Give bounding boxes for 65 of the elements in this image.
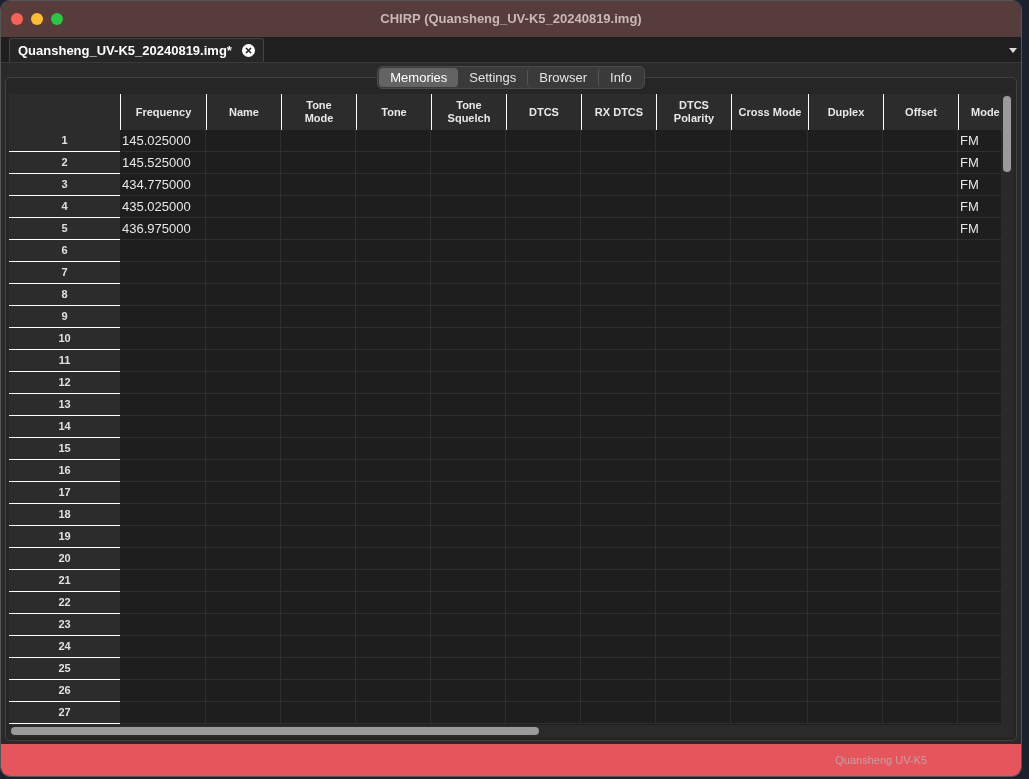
tab[interactable]: Browser [527,67,599,87]
row-header[interactable]: 7 [9,262,120,284]
table-cell: 435.025000 [120,196,206,218]
table-cell: 145.525000 [120,152,206,174]
column-header[interactable]: Tone Mode [281,94,356,130]
vertical-scrollbar[interactable] [1001,94,1013,725]
column-header[interactable]: DTCS Polarity [656,94,731,130]
window-title: CHIRP (Quansheng_UV-K5_20240819.img) [380,10,642,29]
row-header[interactable]: 17 [9,482,120,504]
row-header[interactable]: 15 [9,438,120,460]
tab[interactable]: Settings [458,67,528,87]
row-header[interactable]: 4 [9,196,120,218]
document-tab-label: Quansheng_UV-K5_20240819.img* [18,41,232,60]
row-header[interactable]: 27 [9,702,120,724]
column-header[interactable]: Mode [958,94,1001,130]
column-header[interactable]: Tone [356,94,431,130]
minimize-icon[interactable] [31,13,43,25]
table-cell: FM [958,130,1001,152]
table-cell: 436.975000 [120,218,206,240]
column-header[interactable]: Tone Squelch [431,94,506,130]
scrollbar-thumb[interactable] [11,727,539,735]
row-header[interactable]: 20 [9,548,120,570]
row-header[interactable]: 2 [9,152,120,174]
tab[interactable]: Info [598,67,643,87]
column-header[interactable]: DTCS [506,94,581,130]
row-header[interactable]: 1 [9,130,120,152]
row-header[interactable]: 23 [9,614,120,636]
row-header[interactable]: 13 [9,394,120,416]
column-header[interactable]: RX DTCS [581,94,656,130]
dropdown-icon[interactable] [1009,48,1017,54]
horizontal-scrollbar[interactable] [9,725,1013,737]
row-header[interactable]: 21 [9,570,120,592]
table-cell: FM [958,196,1001,218]
row-header[interactable]: 3 [9,174,120,196]
row-header[interactable]: 10 [9,328,120,350]
row-header[interactable]: 24 [9,636,120,658]
row-header[interactable]: 22 [9,592,120,614]
column-header[interactable]: Offset [883,94,958,130]
column-header[interactable]: Duplex [808,94,883,130]
table-cell: FM [958,152,1001,174]
row-header[interactable]: 26 [9,680,120,702]
document-tab[interactable]: Quansheng_UV-K5_20240819.img* [9,38,264,62]
column-header[interactable]: Cross Mode [731,94,808,130]
table-cell: FM [958,174,1001,196]
status-text: Quansheng UV-K5 [835,752,927,768]
column-header[interactable]: Frequency [120,94,206,130]
row-header[interactable]: 18 [9,504,120,526]
scrollbar-thumb[interactable] [1003,96,1011,172]
row-header[interactable]: 19 [9,526,120,548]
row-header[interactable]: 8 [9,284,120,306]
table-cell: 145.025000 [120,130,206,152]
row-header[interactable]: 12 [9,372,120,394]
row-header[interactable]: 9 [9,306,120,328]
table-cell: FM [958,218,1001,240]
row-header[interactable]: 14 [9,416,120,438]
row-header[interactable]: 5 [9,218,120,240]
close-icon[interactable] [241,44,255,57]
tab[interactable]: Memories [379,67,459,87]
maximize-icon[interactable] [51,13,63,25]
row-header[interactable]: 25 [9,658,120,680]
table-cell: 434.775000 [120,174,206,196]
row-header[interactable]: 6 [9,240,120,262]
row-header[interactable]: 16 [9,460,120,482]
row-header[interactable]: 11 [9,350,120,372]
column-header[interactable]: Name [206,94,281,130]
